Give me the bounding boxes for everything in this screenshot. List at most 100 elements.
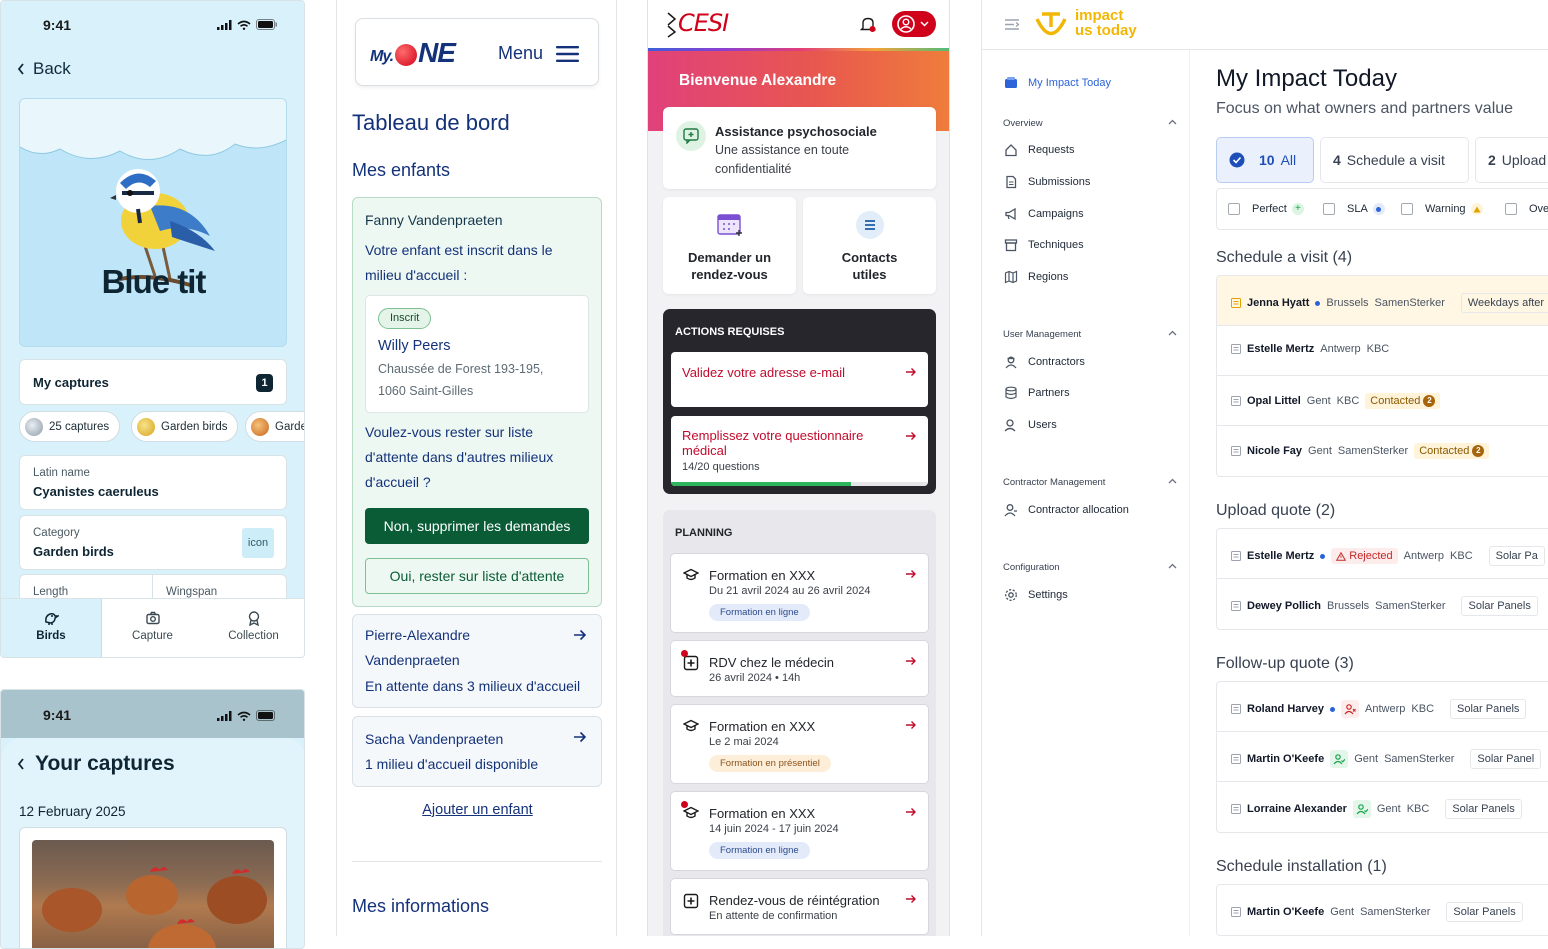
sidebar-item-contractor-allocation[interactable]: Contractor allocation <box>1004 503 1129 517</box>
filter-warning[interactable]: Warning <box>1401 203 1483 215</box>
checkbox[interactable] <box>1401 203 1413 215</box>
filter-over[interactable]: Over <box>1505 203 1548 215</box>
tab-upload[interactable]: 2 Upload <box>1475 137 1548 183</box>
sidebar-item-settings[interactable]: Settings <box>1004 588 1068 602</box>
table-row[interactable]: Nicole Fay Gent SamenSterker Contacted 2 <box>1217 426 1548 476</box>
remove-requests-button[interactable]: Non, supprimer les demandes <box>365 508 589 544</box>
cesi-app: CESI Bienvenue Alexandre Assistance psyc… <box>647 0 950 936</box>
row-name[interactable]: Martin O'Keefe <box>1247 906 1324 918</box>
chevron-up-icon[interactable] <box>1168 563 1177 569</box>
table-row[interactable]: Jenna Hyatt Brussels SamenSterker Weekdays … <box>1217 276 1548 326</box>
chevron-up-icon[interactable] <box>1168 478 1177 484</box>
table-row[interactable]: Dewey Pollich Brussels SamenSterker Solar P… <box>1217 579 1548 629</box>
filter-perfect[interactable]: Perfect + <box>1228 203 1304 215</box>
row-name[interactable]: Roland Harvey <box>1247 703 1324 715</box>
chevron-up-icon[interactable] <box>1168 119 1177 125</box>
tab-schedule-visit[interactable]: 4 Schedule a visit <box>1320 137 1469 183</box>
myone-logo[interactable]: My. NE <box>370 37 456 69</box>
sidebar-item-partners[interactable]: Partners <box>1004 386 1070 400</box>
action-validate-email[interactable]: Validez votre adresse e-mail <box>671 352 928 407</box>
cesi-logo[interactable]: CESI <box>678 9 729 37</box>
impact-logo-text[interactable]: impact us today <box>1075 8 1137 38</box>
child-card-sacha[interactable]: Sacha Vandenpraeten 1 milieu d'accueil d… <box>352 716 602 787</box>
my-captures-card[interactable]: My captures 1 <box>19 359 287 405</box>
row-name[interactable]: Lorraine Alexander <box>1247 803 1347 815</box>
row-name[interactable]: Dewey Pollich <box>1247 600 1321 612</box>
table-row[interactable]: Martin O'Keefe Gent SamenSterker Solar Pane… <box>1217 885 1548 935</box>
filter-sla[interactable]: SLA <box>1323 203 1385 215</box>
table-row[interactable]: Roland Harvey Antwerp KBC Solar Panels <box>1217 682 1548 732</box>
row-name[interactable]: Opal Littel <box>1247 395 1301 407</box>
request-appointment-label: Demander un rendez-vous <box>687 250 772 282</box>
sidebar-collapse-icon[interactable] <box>1004 18 1020 31</box>
planning-item[interactable]: Formation en XXX 14 juin 2024 - 17 juin 2… <box>670 791 929 871</box>
planning-item[interactable]: RDV chez le médecin 26 avril 2024 • 14h <box>670 640 929 697</box>
capture-photo-card[interactable] <box>19 827 287 948</box>
back-button[interactable]: Back <box>17 59 71 79</box>
sla-dot-icon <box>1320 553 1326 559</box>
row-name[interactable]: Jenna Hyatt <box>1247 297 1309 309</box>
contacted-badge: Contacted 2 <box>1365 393 1441 409</box>
hamburger-menu-icon[interactable] <box>556 45 580 63</box>
table-row[interactable]: Martin O'Keefe Gent SamenSterker Solar Pane… <box>1217 732 1548 782</box>
checkbox[interactable] <box>1505 203 1517 215</box>
table-row[interactable]: Opal Littel Gent KBC Contacted 2 <box>1217 376 1548 426</box>
chevron-left-icon[interactable] <box>17 758 25 770</box>
logo-one-text: NE <box>418 37 456 68</box>
notification-bell-icon[interactable] <box>860 16 876 33</box>
chip-garden-more[interactable]: Garde <box>245 411 304 442</box>
tab-collection[interactable]: Collection <box>203 599 304 657</box>
my-captures-label: My captures <box>33 375 109 390</box>
checkbox[interactable] <box>1228 203 1240 215</box>
planning-title: PLANNING <box>675 527 733 539</box>
sidebar-item-submissions[interactable]: Submissions <box>1004 175 1090 189</box>
assistance-card[interactable]: Assistance psychosociale Une assistance … <box>663 107 936 189</box>
table-row[interactable]: Estelle Mertz Rejected Antwerp KBC Solar Pa <box>1217 529 1548 579</box>
sidebar-item-campaigns[interactable]: Campaigns <box>1004 207 1084 221</box>
request-appointment-card[interactable]: Demander un rendez-vous <box>663 197 796 294</box>
tab-all[interactable]: 10 All <box>1216 137 1314 183</box>
impact-app: impact us today My Impact Today Overview… <box>981 0 1548 936</box>
sidebar-item-my-impact-today[interactable]: My Impact Today <box>1004 77 1111 89</box>
row-city: Gent <box>1306 395 1331 407</box>
sidebar-item-regions[interactable]: Regions <box>1004 270 1068 284</box>
action-medical-questionnaire[interactable]: Remplissez votre questionnaire médical 1… <box>671 416 928 486</box>
chip-captures[interactable]: 25 captures <box>19 411 121 442</box>
tab-label: Upload <box>1501 152 1547 168</box>
myone-dashboard: My. NE Menu Tableau de bord Mes enfants … <box>336 0 617 936</box>
tab-birds[interactable]: Birds <box>1 599 102 657</box>
row-name[interactable]: Estelle Mertz <box>1247 550 1314 562</box>
sidebar-item-contractors[interactable]: Contractors <box>1004 355 1085 369</box>
graduation-cap-icon <box>683 568 699 582</box>
chevron-up-icon[interactable] <box>1168 330 1177 336</box>
table-row[interactable]: Estelle Mertz Antwerp KBC <box>1217 326 1548 376</box>
row-tag: Weekdays after <box>1460 293 1548 313</box>
row-partner: SamenSterker <box>1375 600 1446 612</box>
sidebar-item-requests[interactable]: Requests <box>1004 143 1074 157</box>
stay-on-waitlist-button[interactable]: Oui, rester sur liste d'attente <box>365 558 589 594</box>
checkbox[interactable] <box>1323 203 1335 215</box>
row-type-icon <box>1231 601 1241 611</box>
logo-line1: impact <box>1075 7 1124 24</box>
tab-capture[interactable]: Capture <box>102 599 203 657</box>
chip-garden-birds[interactable]: Garden birds <box>131 411 239 442</box>
user-menu-button[interactable] <box>892 11 936 37</box>
graduation-cap-icon <box>683 719 699 733</box>
row-tag: Solar Panels <box>1450 699 1527 719</box>
sidebar-label: Techniques <box>1028 239 1084 251</box>
sidebar-item-techniques[interactable]: Techniques <box>1004 238 1084 252</box>
planning-item[interactable]: Formation en XXX Le 2 mai 2024 Formation e… <box>670 704 929 784</box>
row-name[interactable]: Estelle Mertz <box>1247 343 1314 355</box>
planning-item[interactable]: Formation en XXX Du 21 avril 2024 au 26 a… <box>670 553 929 633</box>
row-name[interactable]: Nicole Fay <box>1247 445 1302 457</box>
chat-icon <box>676 121 706 151</box>
table-row[interactable]: Lorraine Alexander Gent KBC Solar Panels <box>1217 782 1548 832</box>
sidebar-item-users[interactable]: Users <box>1004 418 1057 432</box>
child-card-pierre-alexandre[interactable]: Pierre-Alexandre Vandenpraeten En attent… <box>352 614 602 708</box>
wifi-icon <box>237 711 251 721</box>
useful-contacts-card[interactable]: Contacts utiles <box>803 197 936 294</box>
add-child-link[interactable]: Ajouter un enfant <box>337 802 616 818</box>
planning-item[interactable]: Rendez-vous de réintégration En attente d… <box>670 878 929 935</box>
row-name[interactable]: Martin O'Keefe <box>1247 753 1324 765</box>
menu-label[interactable]: Menu <box>498 43 543 64</box>
